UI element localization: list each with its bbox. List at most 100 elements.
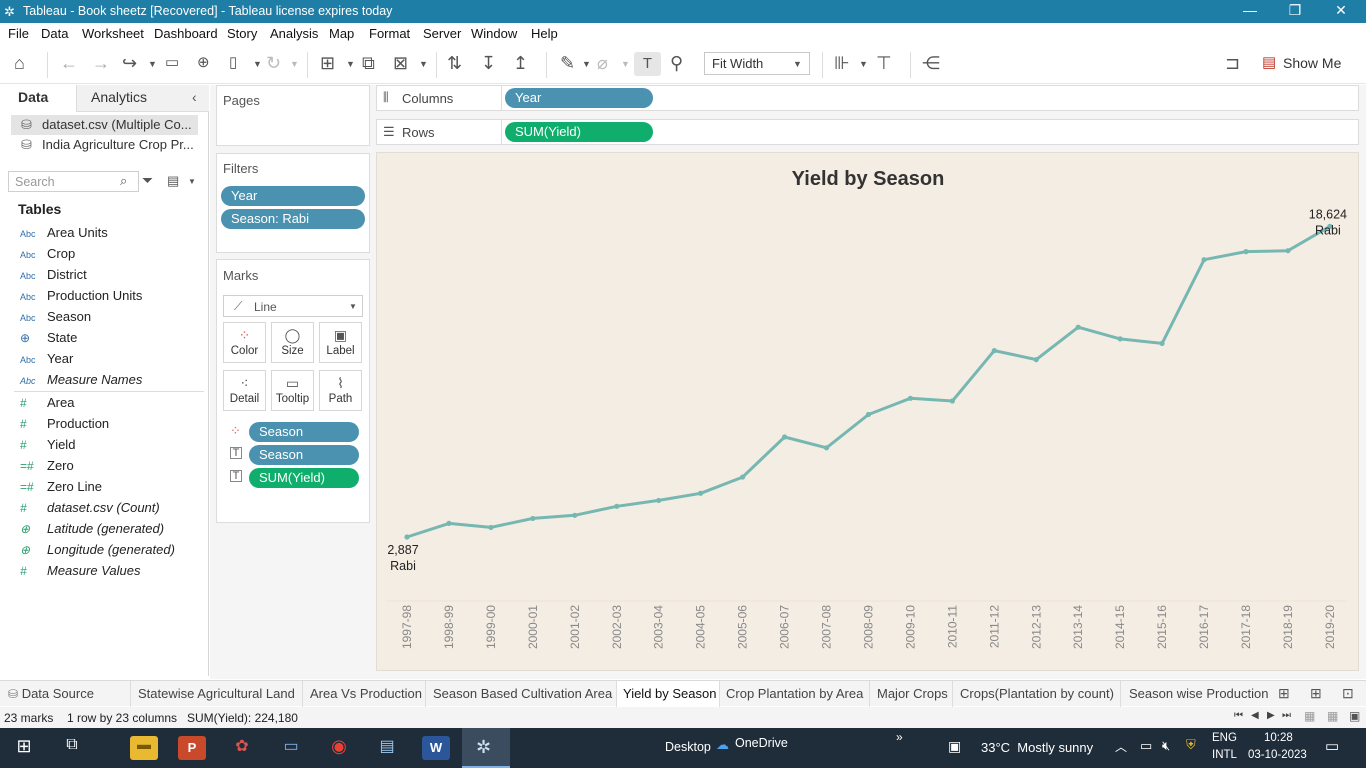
collapse-icon[interactable]: ‹	[192, 89, 197, 105]
chevron-down-icon[interactable]: ▼	[188, 177, 196, 186]
chevron-down-icon[interactable]: ▼	[621, 59, 630, 69]
tab-season-based-cultivation-area[interactable]: Season Based Cultivation Area	[425, 681, 615, 707]
clock-date[interactable]: 03-10-2023	[1248, 749, 1307, 761]
duplicate-sheet-icon[interactable]: ⧉	[362, 53, 375, 73]
field-crop[interactable]: Abc Crop	[20, 246, 75, 266]
share-icon[interactable]: ⋲	[922, 53, 940, 73]
presentation-mode-icon[interactable]: ⊤	[876, 53, 892, 73]
paint-icon[interactable]: ✿	[228, 736, 256, 760]
home-icon[interactable]: ⌂	[14, 53, 25, 73]
rows-pill-sum-yield[interactable]: SUM(Yield)	[505, 122, 653, 142]
chevron-up-icon[interactable]: ︿	[1115, 738, 1127, 755]
tab-data[interactable]: Data	[0, 85, 76, 112]
tableau-taskbar-button[interactable]: ✲	[462, 728, 510, 768]
menu-file[interactable]: File	[8, 26, 29, 41]
volume-muted-icon[interactable]: 🔇︎	[1162, 738, 1170, 754]
chevron-down-icon[interactable]: ▼	[582, 59, 591, 69]
marks-pill-season-color[interactable]: Season	[249, 422, 359, 442]
windows-start-icon[interactable]: ⊞	[10, 736, 38, 760]
label-button[interactable]: ▣ Label	[319, 322, 362, 363]
keyboard-layout-label[interactable]: INTL	[1212, 749, 1237, 761]
new-story-icon[interactable]: ⊡	[1342, 685, 1354, 702]
marks-pill-sum-yield[interactable]: SUM(Yield)	[249, 468, 359, 488]
chevron-down-icon[interactable]: ▼	[419, 59, 428, 69]
marks-pill-season-label[interactable]: Season	[249, 445, 359, 465]
menu-analysis[interactable]: Analysis	[270, 26, 318, 41]
filter-icon[interactable]: ⏷	[142, 172, 153, 189]
tab-crops-plantation-by-count[interactable]: Crops(Plantation by count)	[952, 681, 1119, 707]
language-label[interactable]: ENG	[1212, 732, 1237, 744]
tab-statewise-agricultural-land[interactable]: Statewise Agricultural Land	[130, 681, 301, 707]
chevron-down-icon[interactable]: ▼	[253, 59, 262, 69]
menu-map[interactable]: Map	[329, 26, 354, 41]
tooltip-button[interactable]: ▭ Tooltip	[271, 370, 314, 411]
remote-desktop-icon[interactable]: ▤	[373, 736, 401, 760]
detail-button[interactable]: ⁖ Detail	[223, 370, 266, 411]
new-dashboard-icon[interactable]: ⊞	[1310, 685, 1322, 702]
notifications-icon[interactable]: ▭	[1325, 737, 1339, 755]
field-area-units[interactable]: Abc Area Units	[20, 225, 108, 245]
field-zero-line[interactable]: =# Zero Line	[20, 479, 102, 499]
powerpoint-icon[interactable]: P	[178, 736, 206, 760]
chrome-icon[interactable]: ◉	[325, 736, 353, 760]
minimize-icon[interactable]: —	[1240, 2, 1260, 18]
chevron-down-icon[interactable]: ▼	[290, 59, 299, 69]
field-yield[interactable]: # Yield	[20, 437, 75, 457]
highlight-icon[interactable]: ✎	[560, 53, 575, 73]
security-icon[interactable]: ⛨	[1186, 737, 1196, 753]
onedrive-label[interactable]: OneDrive	[735, 736, 788, 750]
group-members-icon[interactable]: ⌀	[597, 53, 608, 73]
search-input[interactable]: Search ⌕	[8, 171, 139, 192]
view-options-icon[interactable]: ▤	[167, 173, 179, 189]
field-year[interactable]: Abc Year	[20, 351, 73, 371]
field-state[interactable]: ⊕ State	[20, 330, 77, 350]
filter-pill-year[interactable]: Year	[221, 186, 365, 206]
field-latitude[interactable]: ⊕ Latitude (generated)	[20, 521, 164, 541]
menu-server[interactable]: Server	[423, 26, 461, 41]
field-district[interactable]: Abc District	[20, 267, 87, 287]
new-worksheet-icon[interactable]: ⊞	[320, 53, 335, 73]
size-button[interactable]: ◯ Size	[271, 322, 314, 363]
tab-yield-by-season[interactable]: Yield by Season	[616, 681, 720, 707]
chevron-down-icon[interactable]: ▼	[859, 59, 868, 69]
sort-descending-icon[interactable]: ↥	[513, 53, 528, 73]
refresh-icon[interactable]: ↻	[266, 53, 281, 73]
datasource-item[interactable]: ⛁ India Agriculture Crop Pr...	[11, 135, 198, 155]
battery-icon[interactable]: ▭	[1140, 738, 1152, 754]
line-chart[interactable]: Yield by Season 1997-98 1998-99 1999-00 2000…	[377, 153, 1360, 672]
tab-data-source[interactable]: ⛁ Data Source	[0, 681, 128, 707]
tab-crop-plantation-by-area[interactable]: Crop Plantation by Area	[720, 681, 868, 707]
last-sheet-icon[interactable]: ⏭	[1282, 710, 1291, 721]
chevron-down-icon[interactable]: ▼	[346, 59, 355, 69]
menu-help[interactable]: Help	[531, 26, 558, 41]
tab-analytics[interactable]: Analytics ‹	[76, 85, 209, 112]
next-sheet-icon[interactable]: ▶	[1267, 710, 1275, 721]
sorter-view-icon[interactable]: ▦	[1327, 709, 1338, 723]
menu-data[interactable]: Data	[41, 26, 68, 41]
datasource-item-active[interactable]: ⛁ dataset.csv (Multiple Co...	[11, 115, 198, 135]
menu-window[interactable]: Window	[471, 26, 517, 41]
new-data-source-icon[interactable]: ⊕	[197, 53, 210, 73]
task-view-icon[interactable]: ⧉	[58, 736, 86, 760]
menu-format[interactable]: Format	[369, 26, 410, 41]
color-button[interactable]: ⁘ Color	[223, 322, 266, 363]
restore-icon[interactable]: ❐	[1285, 2, 1305, 19]
filters-card[interactable]: Filters Year Season: Rabi	[216, 153, 370, 253]
new-worksheet-icon[interactable]: ⊞	[1278, 685, 1290, 702]
show-mark-labels-icon[interactable]: T	[634, 52, 661, 76]
file-explorer-icon[interactable]: ▬	[130, 736, 158, 760]
prev-sheet-icon[interactable]: ◀	[1251, 710, 1259, 721]
field-production-units[interactable]: Abc Production Units	[20, 288, 142, 308]
tab-area-vs-production[interactable]: Area Vs Production	[302, 681, 424, 707]
rows-shelf[interactable]: ☰ Rows SUM(Yield)	[376, 119, 1359, 145]
swap-rows-columns-icon[interactable]: ⇅	[447, 53, 462, 73]
menu-worksheet[interactable]: Worksheet	[82, 26, 144, 41]
fit-dropdown[interactable]: Fit Width ▼	[704, 52, 810, 75]
field-production[interactable]: # Production	[20, 416, 109, 436]
fix-axes-icon[interactable]: ⚲	[670, 53, 683, 73]
field-season[interactable]: Abc Season	[20, 309, 91, 329]
weather-label[interactable]: 33°C Mostly sunny	[981, 740, 1093, 755]
save-icon[interactable]: ▭	[165, 53, 179, 73]
field-measure-names[interactable]: Abc Measure Names	[20, 372, 142, 392]
computer-icon[interactable]: ▭	[277, 736, 305, 760]
